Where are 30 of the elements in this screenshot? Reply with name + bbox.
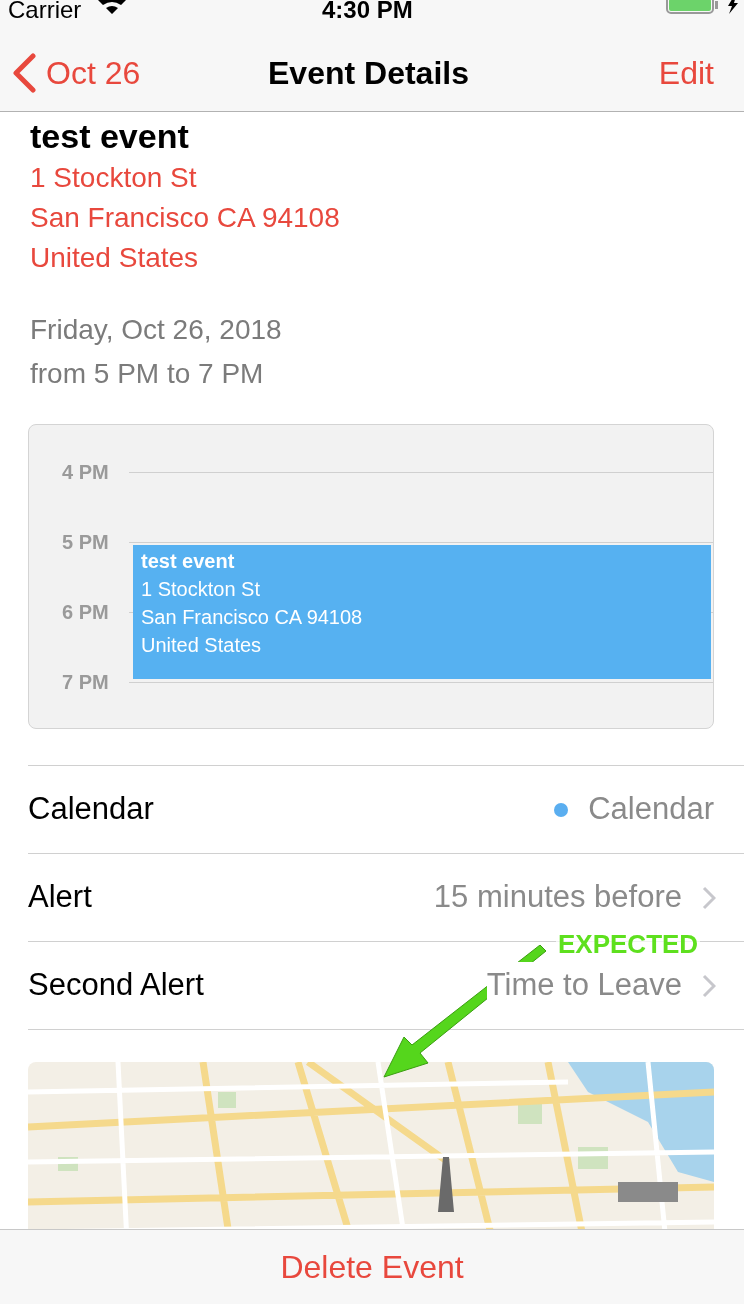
chevron-left-icon: [12, 53, 36, 93]
event-block-title: test event: [141, 549, 235, 574]
delete-button[interactable]: Delete Event: [280, 1243, 464, 1291]
hour-label: 4 PM: [62, 460, 109, 484]
address-link[interactable]: United States: [30, 238, 199, 278]
edit-button[interactable]: Edit: [658, 53, 714, 93]
row-label: Second Alert: [28, 966, 204, 1005]
event-block[interactable]: test event 1 Stockton St San Francisco CA 94108 United States: [133, 545, 711, 679]
hour-label: 6 PM: [62, 600, 109, 624]
carrier-label: Carrier: [8, 0, 82, 24]
event-block-text: San Francisco CA 94108: [141, 605, 363, 630]
event-date: Friday, Oct 26, 2018: [30, 313, 282, 347]
event-time: from 5 PM to 7 PM: [30, 357, 264, 391]
chevron-right-icon: [702, 973, 716, 998]
address-link[interactable]: San Francisco CA 94108: [30, 198, 340, 238]
hour-label: 7 PM: [62, 670, 109, 694]
nav-title: Event Details: [268, 54, 469, 93]
row-value: Calendar: [588, 790, 714, 829]
settings-row[interactable]: Calendar Calendar: [28, 766, 744, 854]
event-block-text: United States: [141, 633, 262, 658]
row-label: Calendar: [28, 790, 154, 829]
back-button[interactable]: Oct 26: [12, 53, 141, 93]
event-title: test event: [30, 116, 189, 156]
address-link[interactable]: 1 Stockton St: [30, 158, 197, 198]
hour-label: 5 PM: [62, 530, 109, 554]
wifi-icon: [98, 0, 126, 14]
event-block-text: 1 Stockton St: [141, 577, 260, 602]
clock-time: 4:30 PM: [322, 0, 413, 24]
row-label: Alert: [28, 878, 92, 917]
chevron-right-icon: [702, 885, 716, 910]
